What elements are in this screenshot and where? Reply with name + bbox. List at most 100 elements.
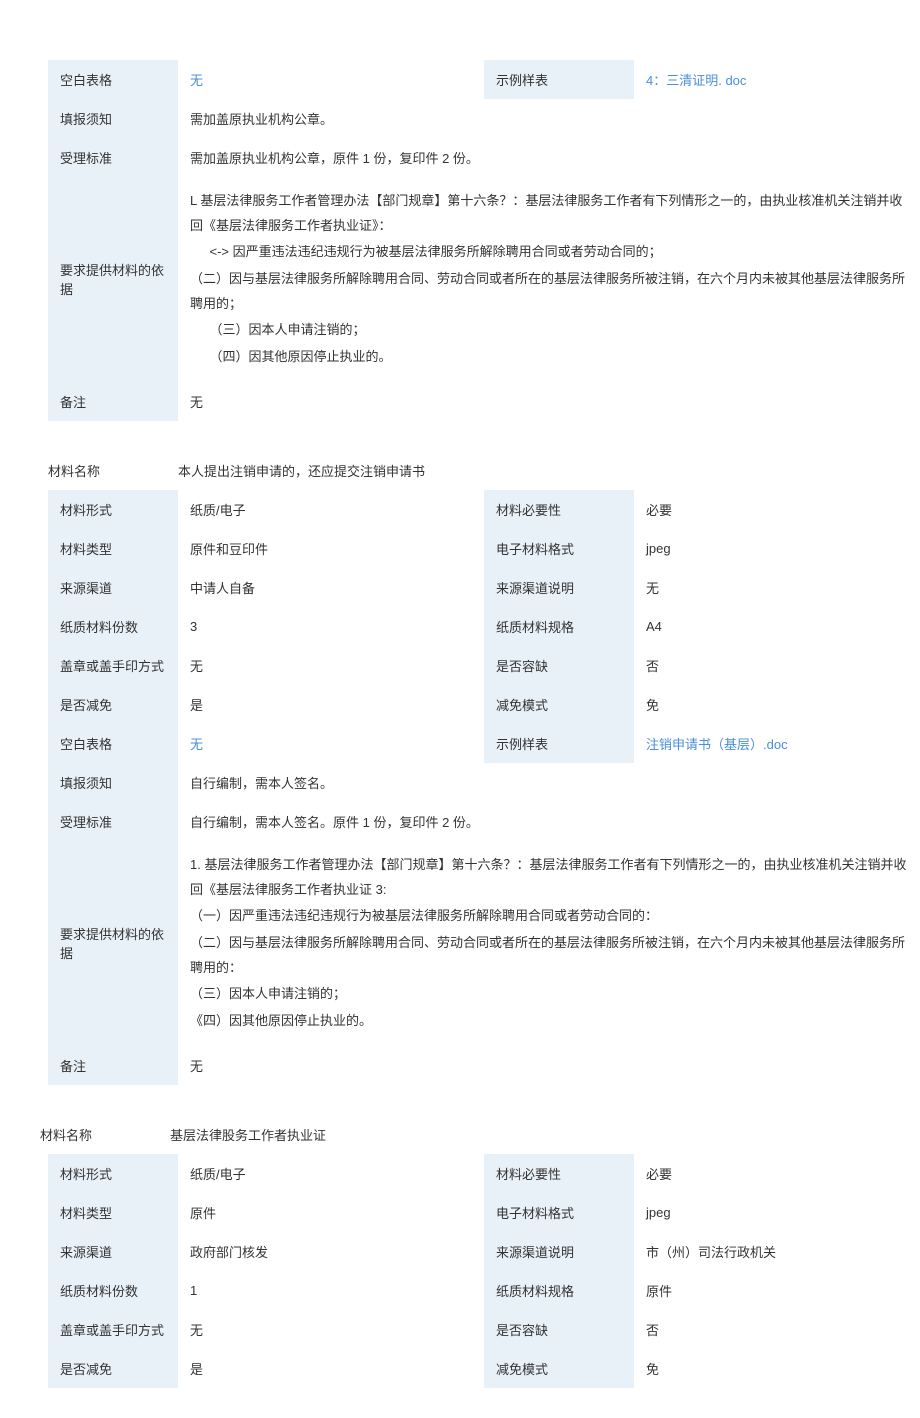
value-blank-form[interactable]: 无: [178, 724, 484, 763]
label-reduce-mode: 减免模式: [484, 685, 634, 724]
value-basis: 1. 基层法律服务工作者管理办法【部门规章】第十六条？：基层法律服务工作者有下列…: [178, 841, 920, 1046]
value-paper-spec: 原件: [634, 1271, 920, 1310]
label-paper-spec: 纸质材料规格: [484, 1271, 634, 1310]
value-source: 中请人自备: [178, 568, 484, 607]
label-mat-type: 材料类型: [48, 1193, 178, 1232]
value-accept-std: 需加盖原执业机构公章，原件 1 份，复印件 2 份。: [178, 138, 920, 177]
basis-line: L 基层法律服务工作者管理办法【部门规章】第十六条？：基层法律服务工作者有下列情…: [190, 189, 908, 238]
value-allow-missing: 否: [634, 646, 920, 685]
value-mat-nec: 必要: [634, 490, 920, 529]
label-mat-nec: 材料必要性: [484, 490, 634, 529]
value-accept-std: 自行编制，需本人签名。原件 1 份，复印件 2 份。: [178, 802, 920, 841]
value-mat-form: 纸质/电子: [178, 490, 484, 529]
value-paper-count: 1: [178, 1271, 484, 1310]
label-paper-count: 纸质材料份数: [48, 607, 178, 646]
row-blank-sample: 空白表格 无 示例样表 注销申请书（基层）.doc: [48, 724, 920, 763]
label-source-desc: 来源渠道说明: [484, 1232, 634, 1271]
value-mat-name: 基层法律股务工作者执业证: [170, 1125, 920, 1144]
section-3: 材料形式 纸质/电子 材料必要性 必要 材料类型 原件 电子材料格式 jpeg …: [48, 1154, 920, 1388]
row-blank-sample: 空白表格 无 示例样表 4：三清证明. doc: [48, 60, 920, 99]
value-source-desc: 无: [634, 568, 920, 607]
label-reduce-mode: 减免模式: [484, 1349, 634, 1388]
label-stamp: 盖章或盖手印方式: [48, 1310, 178, 1349]
row: 材料类型 原件 电子材料格式 jpeg: [48, 1193, 920, 1232]
value-paper-count: 3: [178, 607, 484, 646]
row: 是否减免 是 减免模式 免: [48, 685, 920, 724]
label-paper-spec: 纸质材料规格: [484, 607, 634, 646]
basis-line: （四）因其他原因停止执业的。: [190, 345, 908, 370]
label-mat-form: 材料形式: [48, 490, 178, 529]
label-basis: 要求提供材料的依据: [48, 841, 178, 1046]
label-fill-notice: 填报须知: [48, 763, 178, 802]
label-mat-nec: 材料必要性: [484, 1154, 634, 1193]
value-mat-name: 本人提出注销申请的，还应提交注销申请书: [178, 461, 920, 480]
value-stamp: 无: [178, 646, 484, 685]
label-remark: 备注: [48, 382, 178, 421]
value-mat-type: 原件和豆印件: [178, 529, 484, 568]
row-accept-std: 受理标准 需加盖原执业机构公章，原件 1 份，复印件 2 份。: [48, 138, 920, 177]
label-blank-form: 空白表格: [48, 60, 178, 99]
value-reduce: 是: [178, 1349, 484, 1388]
label-mat-name: 材料名称: [40, 1125, 170, 1144]
row-basis: 要求提供材料的依据 L 基层法律服务工作者管理办法【部门规章】第十六条？：基层法…: [48, 177, 920, 382]
label-basis: 要求提供材料的依据: [48, 177, 178, 382]
value-source: 政府部门核发: [178, 1232, 484, 1271]
row: 材料类型 原件和豆印件 电子材料格式 jpeg: [48, 529, 920, 568]
label-e-format: 电子材料格式: [484, 529, 634, 568]
value-sample-link[interactable]: 4：三清证明. doc: [634, 60, 920, 99]
row: 是否减免 是 减免模式 免: [48, 1349, 920, 1388]
value-reduce-mode: 免: [634, 685, 920, 724]
basis-line: 《四）因其他原因停止执业的。: [190, 1009, 908, 1034]
value-e-format: jpeg: [634, 1193, 920, 1232]
value-mat-type: 原件: [178, 1193, 484, 1232]
label-mat-form: 材料形式: [48, 1154, 178, 1193]
section-3-heading: 材料名称 基层法律股务工作者执业证: [40, 1115, 920, 1154]
basis-line: （一）因严重违法违纪违规行为被基层法律服务所解除聘用合同或者劳动合同的：: [190, 904, 908, 929]
label-accept-std: 受理标准: [48, 138, 178, 177]
section-2-heading: 材料名称 本人提出注销申请的，还应提交注销申请书: [48, 451, 920, 490]
label-allow-missing: 是否容缺: [484, 646, 634, 685]
basis-line: （二）因与基层法律服务所解除聘用合同、劳动合同或者所在的基层法律服务所被注销，在…: [190, 931, 908, 980]
basis-line: （三）因本人申请注销的；: [190, 982, 908, 1007]
value-blank-form[interactable]: 无: [178, 60, 484, 99]
value-remark: 无: [178, 1046, 920, 1085]
basis-line: 1. 基层法律服务工作者管理办法【部门规章】第十六条？：基层法律服务工作者有下列…: [190, 853, 908, 902]
basis-line: <-> 因严重违法违纪违规行为被基层法律服务所解除聘用合同或者劳动合同的；: [190, 240, 908, 265]
value-paper-spec: A4: [634, 607, 920, 646]
label-reduce: 是否减免: [48, 1349, 178, 1388]
row: 材料形式 纸质/电子 材料必要性 必要: [48, 490, 920, 529]
row: 来源渠道 政府部门核发 来源渠道说明 市（州）司法行政机关: [48, 1232, 920, 1271]
basis-line: （二）因与基层法律服务所解除聘用合同、劳动合同或者所在的基层法律服务所被注销，在…: [190, 267, 908, 316]
row-fill-notice: 填报须知 需加盖原执业机构公章。: [48, 99, 920, 138]
label-blank-form: 空白表格: [48, 724, 178, 763]
row: 纸质材料份数 3 纸质材料规格 A4: [48, 607, 920, 646]
label-source-desc: 来源渠道说明: [484, 568, 634, 607]
value-mat-form: 纸质/电子: [178, 1154, 484, 1193]
value-e-format: jpeg: [634, 529, 920, 568]
row-remark: 备注 无: [48, 1046, 920, 1085]
row-fill-notice: 填报须知 自行编制，需本人签名。: [48, 763, 920, 802]
value-allow-missing: 否: [634, 1310, 920, 1349]
label-mat-name: 材料名称: [48, 461, 178, 480]
value-fill-notice: 自行编制，需本人签名。: [178, 763, 920, 802]
value-reduce-mode: 免: [634, 1349, 920, 1388]
row: 盖章或盖手印方式 无 是否容缺 否: [48, 646, 920, 685]
label-e-format: 电子材料格式: [484, 1193, 634, 1232]
value-basis: L 基层法律服务工作者管理办法【部门规章】第十六条？：基层法律服务工作者有下列情…: [178, 177, 920, 382]
section-2: 材料形式 纸质/电子 材料必要性 必要 材料类型 原件和豆印件 电子材料格式 j…: [48, 490, 920, 1085]
row: 材料形式 纸质/电子 材料必要性 必要: [48, 1154, 920, 1193]
label-source: 来源渠道: [48, 1232, 178, 1271]
row-basis: 要求提供材料的依据 1. 基层法律服务工作者管理办法【部门规章】第十六条？：基层…: [48, 841, 920, 1046]
row-remark: 备注 无: [48, 382, 920, 421]
label-sample: 示例样表: [484, 724, 634, 763]
label-fill-notice: 填报须知: [48, 99, 178, 138]
section-1: 空白表格 无 示例样表 4：三清证明. doc 填报须知 需加盖原执业机构公章。…: [48, 60, 920, 421]
label-allow-missing: 是否容缺: [484, 1310, 634, 1349]
row: 来源渠道 中请人自备 来源渠道说明 无: [48, 568, 920, 607]
label-remark: 备注: [48, 1046, 178, 1085]
row: 盖章或盖手印方式 无 是否容缺 否: [48, 1310, 920, 1349]
label-mat-type: 材料类型: [48, 529, 178, 568]
value-sample-link[interactable]: 注销申请书（基层）.doc: [634, 724, 920, 763]
row-accept-std: 受理标准 自行编制，需本人签名。原件 1 份，复印件 2 份。: [48, 802, 920, 841]
label-accept-std: 受理标准: [48, 802, 178, 841]
